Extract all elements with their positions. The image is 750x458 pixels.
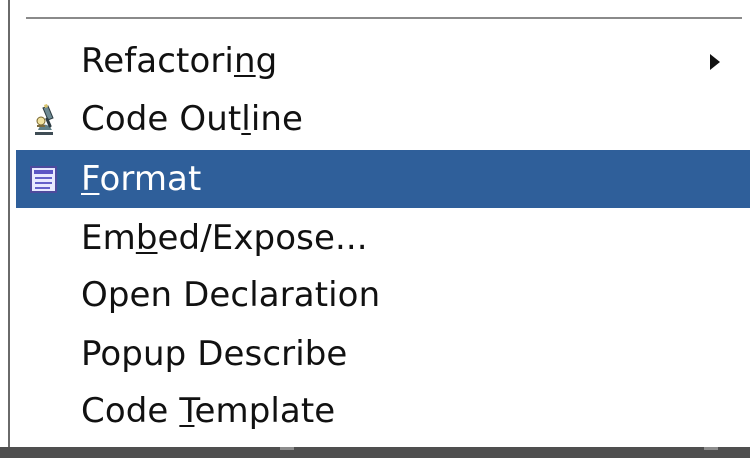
document-lines-icon — [30, 166, 57, 193]
menu-bottom-shadow — [0, 447, 750, 458]
menu-item-refactoring[interactable]: Refactoring — [16, 32, 750, 90]
context-menu: Refactoring Code Outline Format Embed/Ex… — [0, 0, 750, 458]
menu-item-format-label: Format — [81, 159, 202, 199]
bottom-bar-mark — [704, 447, 718, 450]
microscope-icon — [35, 104, 54, 135]
menu-separator — [26, 17, 742, 19]
menu-item-code-outline-label: Code Outline — [81, 99, 304, 139]
menu-item-open-declaration-label: Open Declaration — [81, 275, 381, 315]
menu-item-code-outline[interactable]: Code Outline — [16, 90, 750, 148]
menu-item-open-declaration[interactable]: Open Declaration — [16, 266, 750, 324]
menu-item-popup-describe-label: Popup Describe — [81, 334, 348, 374]
menu-item-refactoring-label: Refactoring — [81, 41, 278, 81]
menu-item-code-template[interactable]: Code Template — [16, 382, 750, 440]
menu-left-border — [8, 0, 10, 450]
menu-item-popup-describe[interactable]: Popup Describe — [16, 325, 750, 383]
menu-item-embed-expose[interactable]: Embed/Expose... — [16, 209, 750, 267]
menu-item-code-template-label: Code Template — [81, 391, 336, 431]
bottom-bar-mark — [280, 447, 294, 450]
menu-item-format[interactable]: Format — [16, 150, 750, 208]
submenu-arrow-icon — [710, 54, 720, 70]
menu-item-embed-expose-label: Embed/Expose... — [81, 218, 368, 258]
